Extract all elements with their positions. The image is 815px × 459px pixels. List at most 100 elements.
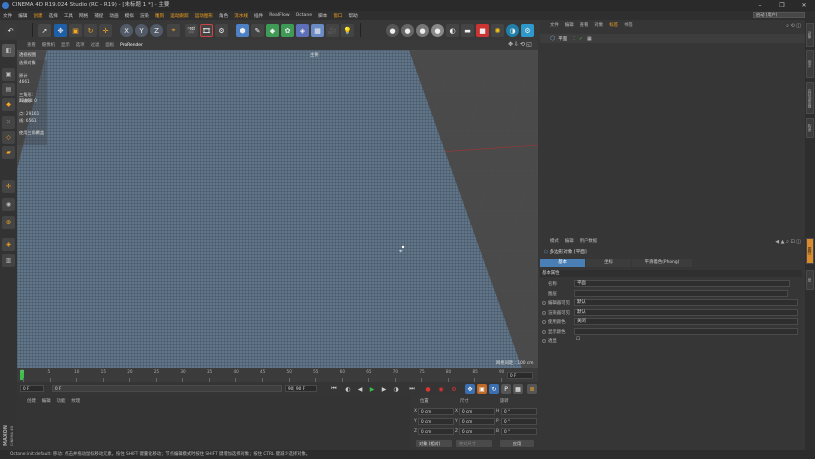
array-icon[interactable]: ✿ [281,24,294,37]
attribute-tab-0[interactable]: 模式 [550,238,559,247]
close-button[interactable]: ✕ [793,0,815,11]
menu-item-11[interactable]: 运动跟踪 [170,13,188,19]
points-mode-icon[interactable]: ⁙ [2,116,15,129]
model-mode-icon[interactable]: ▣ [2,68,15,81]
prev-frame-icon[interactable]: ◀ [355,384,365,394]
menu-item-2[interactable]: 创建 [33,13,42,19]
animate-dot-icon[interactable] [542,339,546,343]
object-manager-tab-5[interactable]: 书签 [624,22,633,31]
object-manager-tab-1[interactable]: 编辑 [565,22,574,31]
octane-glossy-icon[interactable]: ● [431,24,444,37]
menu-item-14[interactable]: 流水线 [234,13,248,19]
attribute-value-field[interactable]: 默认 [574,299,798,306]
material-tab-1[interactable]: 编辑 [42,398,51,405]
layout-select[interactable]: 启动 (用户) [753,12,805,18]
animate-dot-icon[interactable] [542,301,546,305]
menu-item-13[interactable]: 角色 [219,13,228,19]
octane-sphere-icon[interactable]: ● [401,24,414,37]
rotate-tool-icon[interactable]: ↻ [84,24,97,37]
attribute-value-field[interactable] [574,289,788,297]
object-manager-tab-2[interactable]: 查看 [580,22,589,31]
viewport-menu-item-3[interactable]: 选项 [76,42,85,48]
octane-settings-icon[interactable]: ⚙ [521,24,534,37]
enabled-check-icon[interactable]: ✓ [579,36,583,42]
menu-item-19[interactable]: 窗口 [333,13,342,19]
key-scale-icon[interactable]: ▣ [477,384,487,394]
attribute-value-field[interactable] [574,327,798,335]
octane-material-icon[interactable]: ● [416,24,429,37]
next-frame-icon[interactable]: ▶ [379,384,389,394]
animate-dot-icon[interactable] [542,329,546,334]
menu-item-6[interactable]: 捕捉 [94,13,103,19]
menu-item-10[interactable]: 雕刻 [155,13,164,19]
right-tab-0[interactable]: 对象 [806,23,814,47]
auto-key-icon[interactable]: ◉ [436,384,446,394]
menu-item-15[interactable]: 插件 [254,13,263,19]
attribute-subtab-1[interactable]: 坐标 [586,259,631,267]
keyframe-selection-icon[interactable]: ⚙ [449,384,459,394]
deformer-icon[interactable]: ◈ [296,24,309,37]
right-tab-3[interactable]: 构造 [806,118,814,138]
viewport-menu-item-1[interactable]: 摄像机 [42,42,55,48]
pen-spline-icon[interactable]: ✎ [251,24,264,37]
key-param-icon[interactable]: P [501,384,511,394]
select-arrow-icon[interactable]: ➚ [38,24,51,37]
object-manager-tab-4[interactable]: 标签 [609,22,618,31]
octane-emission-icon[interactable]: ▬ [461,24,474,37]
material-tab-0[interactable]: 创建 [27,398,36,405]
attribute-value-field[interactable]: ☐ [574,337,580,344]
menu-item-7[interactable]: 动画 [109,13,118,19]
polygons-mode-icon[interactable]: ▰ [2,146,15,159]
render-view-icon[interactable]: 🎬 [185,24,198,37]
object-manager-tab-0[interactable]: 文件 [550,22,559,31]
attribute-tab-1[interactable]: 编辑 [565,238,574,247]
size-field[interactable]: 0 cm [459,418,495,425]
size-field[interactable]: 0 cm [459,408,495,415]
scale-tool-icon[interactable]: ▣ [69,24,82,37]
viewport-menu-item-2[interactable]: 显示 [61,42,70,48]
animate-dot-icon[interactable] [542,320,546,324]
menu-item-1[interactable]: 编辑 [18,13,27,19]
timeline-window-icon[interactable]: ≣ [527,384,537,394]
snap-icon[interactable]: ⊛ [2,216,15,229]
attribute-subtab-0[interactable]: 基本 [540,259,585,267]
key-pla-icon[interactable]: ▦ [513,384,523,394]
play-icon[interactable]: ▶ [367,384,377,394]
position-field[interactable]: 0 cm [418,408,454,415]
tweak-mode-icon[interactable]: ◉ [2,198,15,211]
viewport-menu-item-5[interactable]: 面板 [105,42,114,48]
object-row[interactable]: ⬡ 平面 ⁚ ✓ ▦ [540,34,805,43]
x-axis-lock-icon[interactable]: X [120,24,133,37]
right-tab-4[interactable]: 属性 [806,238,814,264]
make-editable-icon[interactable]: ◧ [2,44,15,57]
max-frame-field[interactable]: 90 F [293,385,317,392]
goto-start-icon[interactable]: ⏮ [329,384,339,394]
lock-workplane-icon[interactable]: ▥ [2,254,15,267]
frame-range-slider[interactable]: 0 F [52,385,282,392]
menu-item-16[interactable]: RealFlow [269,13,289,18]
coordinate-system-icon[interactable]: ⌖ [167,24,180,37]
camera-icon[interactable]: 🎥 [326,24,339,37]
attribute-tab-2[interactable]: 用户数据 [580,238,598,247]
octane-diffuse-icon[interactable]: ◐ [446,24,459,37]
next-key-icon[interactable]: ◑ [391,384,401,394]
attribute-value-field[interactable]: 默认 [574,308,798,316]
subdivision-icon[interactable]: ◆ [266,24,279,37]
menu-item-4[interactable]: 工具 [64,13,73,19]
z-axis-lock-icon[interactable]: Z [150,24,163,37]
goto-end-icon[interactable]: ⏭ [407,384,417,394]
material-tab-3[interactable]: 纹理 [71,398,80,405]
render-picture-viewer-icon[interactable]: 🎞 [200,24,213,37]
menu-item-17[interactable]: Octane [296,13,313,18]
edges-mode-icon[interactable]: ◇ [2,131,15,144]
minimize-button[interactable]: – [749,0,771,11]
render-settings-icon[interactable]: ⚙ [215,24,228,37]
object-manager-tab-3[interactable]: 对象 [594,22,603,31]
floor-icon[interactable]: ▦ [311,24,324,37]
timeline-end-field[interactable]: 0 F [507,372,533,379]
timeline-ruler[interactable]: 0 F 0 5 10 15 20 25 30 35 40 45 50 55 60 65 70 75 80 85 90 [17,368,538,382]
object-manager-nav-icons[interactable]: ⌕ ⟲ ◫ [786,23,801,29]
position-field[interactable]: 0 cm [418,418,454,425]
rotation-field[interactable]: 0 ° [501,418,537,425]
menu-item-9[interactable]: 渲染 [140,13,149,19]
